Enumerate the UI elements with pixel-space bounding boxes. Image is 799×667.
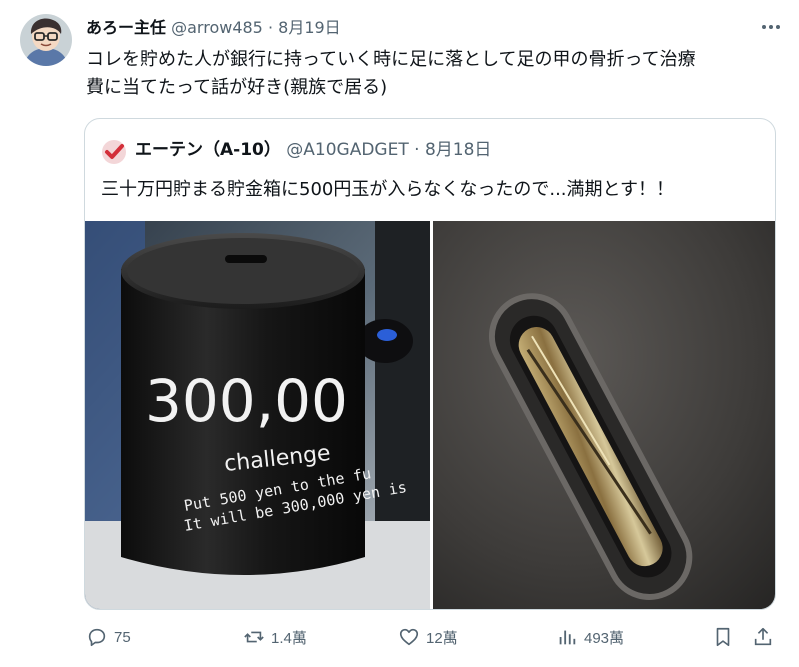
action-bar: 75 1.4萬 12萬 493萬 <box>0 622 799 652</box>
post-date[interactable]: 8月19日 <box>278 18 341 37</box>
coin-bank-photo[interactable]: 300,00 challenge Put 500 yen to the fu I… <box>85 221 430 609</box>
quoted-date[interactable]: 8月18日 <box>425 140 491 160</box>
reply-icon <box>88 628 106 647</box>
repost-button[interactable]: 1.4萬 <box>243 622 307 652</box>
post-text-line: 費に当てたって話が好き(親族で居る) <box>86 77 388 98</box>
like-count: 12萬 <box>426 629 458 647</box>
reply-button[interactable]: 75 <box>86 622 131 652</box>
post-text: コレを貯めた人が銀行に持っていく時に足に落として足の甲の骨折って治療 費に当てた… <box>86 46 786 102</box>
checkmark-avatar-icon <box>101 139 127 165</box>
more-icon[interactable] <box>758 14 784 40</box>
views-count: 493萬 <box>584 629 625 647</box>
coin-slot-photo[interactable] <box>433 221 775 609</box>
share-icon <box>754 627 772 646</box>
separator: · <box>267 18 274 37</box>
avatar[interactable] <box>20 14 72 66</box>
bookmark-button[interactable] <box>712 622 740 652</box>
views-icon <box>559 630 576 645</box>
heart-icon <box>399 628 419 646</box>
separator: · <box>414 140 420 160</box>
quoted-author-handle[interactable]: @A10GADGET <box>286 140 408 160</box>
quoted-author-name[interactable]: エーテン（A-10） <box>135 140 281 160</box>
repost-icon <box>244 631 264 643</box>
like-button[interactable]: 12萬 <box>398 622 458 652</box>
bookmark-icon <box>716 627 730 647</box>
quoted-header: エーテン（A-10） @A10GADGET · 8月18日 <box>135 138 491 162</box>
share-button[interactable] <box>752 622 780 652</box>
quoted-post[interactable]: エーテン（A-10） @A10GADGET · 8月18日 三十万円貯まる貯金箱… <box>84 118 776 610</box>
post-header: あろー主任 @arrow485 · 8月19日 <box>86 17 341 39</box>
post-text-line: コレを貯めた人が銀行に持っていく時に足に落として足の甲の骨折って治療 <box>86 49 696 70</box>
reply-count: 75 <box>114 628 131 646</box>
views-button[interactable]: 493萬 <box>556 622 624 652</box>
author-handle[interactable]: @arrow485 <box>171 18 263 37</box>
author-name[interactable]: あろー主任 <box>86 18 166 37</box>
quoted-text: 三十万円貯まる貯金箱に500円玉が入らなくなったので...満期とす！！ <box>101 179 674 200</box>
can-number: 300,00 <box>145 367 348 435</box>
repost-count: 1.4萬 <box>271 629 307 647</box>
